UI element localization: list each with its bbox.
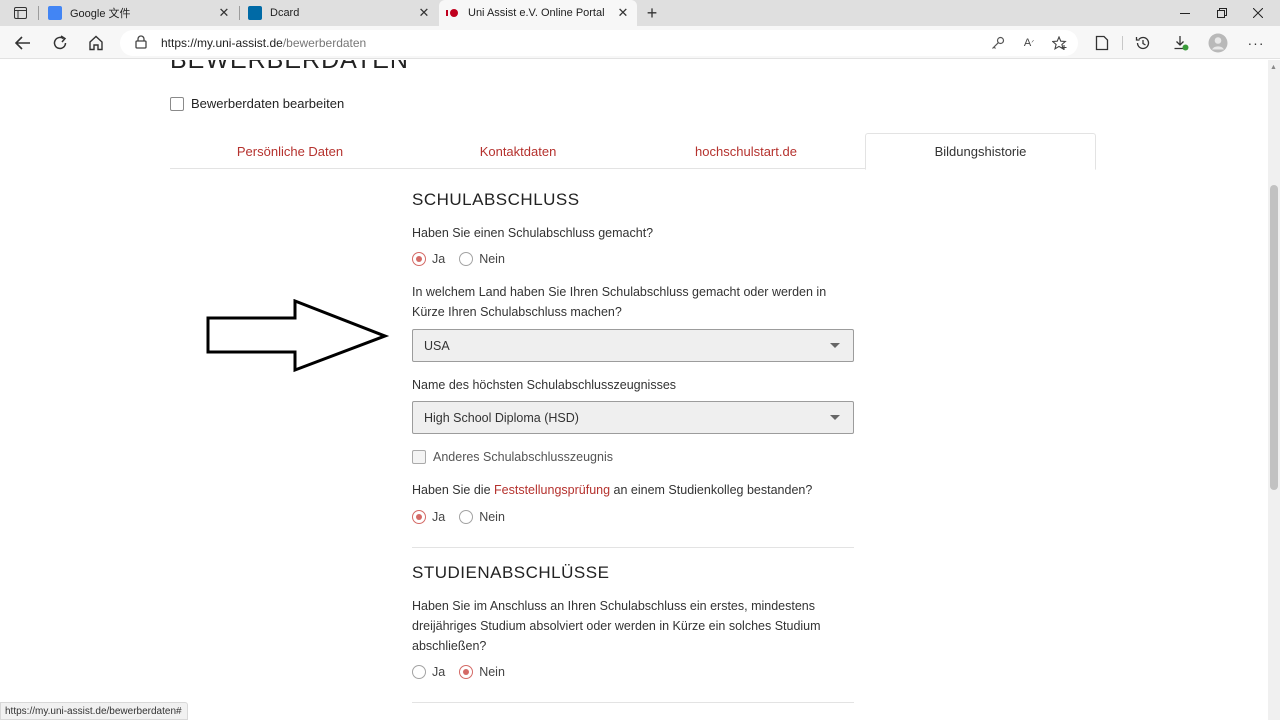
key-icon[interactable] bbox=[989, 34, 1007, 52]
other-diploma-toggle[interactable]: Anderes Schulabschlusszeugnis bbox=[412, 450, 854, 464]
country-question: In welchem Land haben Sie Ihren Schulabs… bbox=[412, 285, 827, 319]
radio-label: Nein bbox=[479, 510, 505, 524]
school-degree-question: Haben Sie einen Schulabschluss gemacht? bbox=[412, 226, 654, 240]
annotation-arrow-icon bbox=[206, 299, 390, 373]
edit-applicant-data-label: Bewerberdaten bearbeiten bbox=[191, 96, 345, 111]
url-text: https://my.uni-assist.de/bewerberdaten bbox=[161, 36, 366, 50]
url-domain: https://my.uni-assist.de bbox=[161, 36, 283, 50]
edit-applicant-data-checkbox[interactable] bbox=[170, 96, 184, 111]
school-degree-no-radio[interactable] bbox=[459, 252, 474, 266]
scrollbar-thumb[interactable] bbox=[1270, 185, 1278, 490]
close-window-icon[interactable] bbox=[1235, 0, 1280, 26]
section-divider bbox=[412, 547, 854, 548]
home-icon[interactable] bbox=[84, 31, 108, 55]
tab-separator bbox=[38, 6, 39, 20]
tab-education-history[interactable]: Bildungshistorie bbox=[865, 133, 1096, 170]
radio-label: Ja bbox=[432, 665, 446, 679]
university-degree-heading: STUDIENABSCHLÜSSE bbox=[412, 563, 610, 582]
browser-tab-google-docs[interactable]: Google 文件 ✕ bbox=[40, 0, 238, 26]
profile-avatar-icon[interactable] bbox=[1207, 32, 1229, 54]
diploma-select[interactable]: High School Diploma (HSD) bbox=[412, 401, 854, 434]
university-degree-question: Haben Sie im Anschluss an Ihren Schulabs… bbox=[412, 599, 821, 653]
assessment-exam-radio-group: Ja Nein bbox=[412, 510, 854, 524]
feststellungspruefung-link[interactable]: Feststellungsprüfung bbox=[494, 483, 610, 497]
tab-hochschulstart[interactable]: hochschulstart.de bbox=[630, 133, 862, 169]
school-degree-section: SCHULABSCHLUSS bbox=[412, 190, 854, 210]
page-content: BEWERBERDATEN Bewerberdaten bearbeiten P… bbox=[0, 60, 1268, 720]
diploma-question: Name des höchsten Schulabschlusszeugniss… bbox=[412, 378, 677, 392]
browser-toolbar: https://my.uni-assist.de/bewerberdaten A… bbox=[0, 26, 1280, 59]
new-tab-button[interactable]: + bbox=[642, 3, 662, 23]
section-divider bbox=[412, 702, 854, 703]
close-tab-icon[interactable]: ✕ bbox=[416, 5, 432, 21]
radio-label: Nein bbox=[479, 252, 505, 266]
radio-label: Ja bbox=[432, 510, 446, 524]
assessment-question-prefix: Haben Sie die bbox=[412, 483, 495, 497]
favorites-star-icon[interactable] bbox=[1051, 34, 1069, 52]
browser-tab-uni-assist[interactable]: Uni Assist e.V. Online Portal ✕ bbox=[439, 0, 637, 26]
university-degree-radio-group: Ja Nein bbox=[412, 665, 854, 679]
chevron-down-icon bbox=[830, 415, 840, 420]
country-select-value: USA bbox=[424, 339, 450, 353]
downloads-icon[interactable] bbox=[1170, 32, 1192, 54]
back-icon[interactable] bbox=[11, 31, 35, 55]
status-bar-link-preview: https://my.uni-assist.de/bewerberdaten# bbox=[0, 702, 188, 720]
other-diploma-label: Anderes Schulabschlusszeugnis bbox=[433, 450, 613, 464]
chevron-down-icon bbox=[830, 343, 840, 348]
scroll-up-icon[interactable]: ▲ bbox=[1270, 64, 1277, 71]
university-degree-section: STUDIENABSCHLÜSSE bbox=[412, 563, 854, 583]
tab-contact-data[interactable]: Kontaktdaten bbox=[400, 133, 636, 169]
university-degree-no-radio[interactable] bbox=[459, 665, 474, 679]
country-select[interactable]: USA bbox=[412, 329, 854, 362]
other-diploma-checkbox[interactable] bbox=[412, 450, 426, 464]
tab-actions-icon[interactable] bbox=[10, 4, 30, 22]
google-docs-icon bbox=[48, 6, 62, 20]
school-degree-heading: SCHULABSCHLUSS bbox=[412, 190, 580, 209]
refresh-icon[interactable] bbox=[48, 31, 72, 55]
applicant-data-tabs: Persönliche Daten Kontaktdaten hochschul… bbox=[170, 133, 1096, 170]
dcard-icon bbox=[248, 6, 262, 20]
history-icon[interactable] bbox=[1132, 32, 1154, 54]
tab-title: Google 文件 bbox=[70, 8, 131, 20]
radio-label: Nein bbox=[479, 665, 505, 679]
school-degree-radio-group: Ja Nein bbox=[412, 252, 854, 266]
tab-title: Uni Assist e.V. Online Portal bbox=[468, 7, 605, 19]
assessment-question-suffix: an einem Studienkolleg bestanden? bbox=[610, 483, 813, 497]
page-scrollbar[interactable]: ▲ bbox=[1268, 60, 1280, 720]
edit-applicant-data-toggle[interactable]: Bewerberdaten bearbeiten bbox=[170, 96, 344, 111]
university-degree-yes-radio[interactable] bbox=[412, 665, 426, 679]
lock-icon[interactable] bbox=[135, 35, 147, 54]
collections-icon[interactable] bbox=[1091, 32, 1113, 54]
radio-label: Ja bbox=[432, 252, 446, 266]
close-tab-icon[interactable]: ✕ bbox=[615, 5, 631, 21]
more-menu-icon[interactable]: ··· bbox=[1245, 32, 1267, 54]
tab-title: Dcard bbox=[270, 7, 300, 19]
uni-assist-icon bbox=[446, 6, 460, 20]
assessment-exam-no-radio[interactable] bbox=[459, 510, 474, 524]
url-path: /bewerberdaten bbox=[282, 36, 367, 50]
browser-tab-dcard[interactable]: Dcard ✕ bbox=[240, 0, 438, 26]
assessment-exam-question: Haben Sie die Feststellungsprüfung an ei… bbox=[412, 480, 854, 500]
assessment-exam-yes-radio[interactable] bbox=[412, 510, 426, 524]
read-aloud-icon[interactable]: Aᐟ bbox=[1020, 34, 1038, 52]
tab-personal-data[interactable]: Persönliche Daten bbox=[170, 133, 410, 169]
toolbar-separator bbox=[1122, 36, 1123, 50]
address-bar[interactable]: https://my.uni-assist.de/bewerberdaten A… bbox=[120, 30, 1078, 56]
school-degree-yes-radio[interactable] bbox=[412, 252, 426, 266]
close-tab-icon[interactable]: ✕ bbox=[216, 5, 232, 21]
page-title: BEWERBERDATEN bbox=[170, 60, 409, 74]
browser-tab-bar: Google 文件 ✕ Dcard ✕ Uni Assist e.V. Onli… bbox=[0, 0, 1280, 26]
diploma-select-value: High School Diploma (HSD) bbox=[424, 411, 579, 425]
